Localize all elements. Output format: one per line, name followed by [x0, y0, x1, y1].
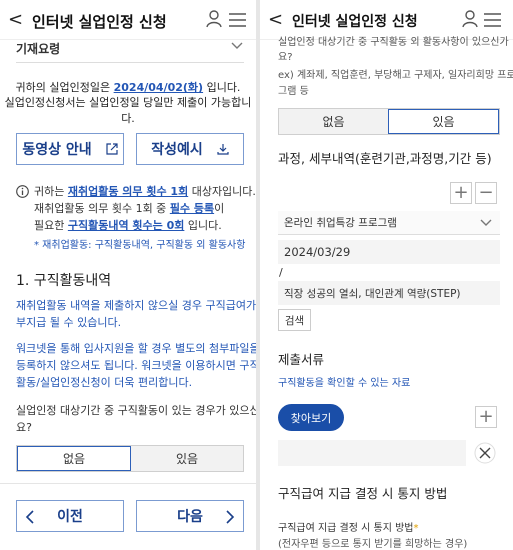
notice-line-2: 실업인정신청서는 실업인정일 당일만 제출이 가능합니다.: [4, 96, 252, 125]
notify-description: (전자우편 등으로 통지 받기를 희망하는 경우): [278, 539, 468, 550]
back-icon[interactable]: <: [8, 9, 23, 30]
docs-section-title: 제출서류: [278, 352, 325, 367]
file-name-field[interactable]: [278, 440, 466, 466]
question-line-1: 실업인정 대상기간 중 구직활동 외 활동사항이 있으신가: [278, 37, 509, 48]
option-no[interactable]: 없음: [17, 446, 131, 471]
notify-section-title: 구직급여 지급 결정 시 통지 방법: [278, 486, 448, 501]
date-separator: /: [279, 266, 283, 279]
app-header: < 인터넷 실업인정 신청: [260, 0, 513, 40]
required-mark: *: [413, 523, 419, 534]
paragraph-2-line-3: 활동/실업인정신청이 더욱 편리합니다.: [16, 376, 193, 389]
plus-icon: +: [478, 406, 494, 427]
paragraph-2-line-1: 워크넷을 통해 입사지원을 할 경우 별도의 첨부파일을: [16, 342, 256, 355]
question-line-2: 요?: [16, 421, 32, 434]
example-line-2: 그램 등: [278, 86, 309, 97]
browse-button[interactable]: 찾아보기: [278, 404, 344, 431]
example-button[interactable]: 작성예시: [136, 133, 244, 165]
chevron-right-icon: [226, 510, 235, 524]
question-line-2: 요?: [278, 52, 293, 63]
docs-description: 구직활동을 확인할 수 있는 자료: [278, 378, 411, 389]
recognition-date: 2024/04/02(화): [113, 81, 204, 94]
info-footnote: * 재취업활동: 구직활동내역, 구직활동 외 활동사항: [34, 240, 246, 251]
activity-select[interactable]: 온라인 취업특강 프로그램: [278, 211, 500, 235]
close-icon[interactable]: [474, 442, 496, 464]
chevron-down-icon: [480, 219, 492, 226]
back-icon[interactable]: <: [268, 9, 283, 30]
option-yes[interactable]: 있음: [131, 446, 243, 471]
external-link-icon: [106, 143, 118, 155]
detail-field[interactable]: 직장 성공의 열쇠, 대인관계 역량(STEP): [278, 281, 500, 305]
paragraph-2-line-2: 등록하지 않으셔도 됩니다. 워크넷을 이용하시면 구직: [16, 359, 256, 372]
search-button[interactable]: 검색: [278, 309, 311, 331]
add-row-button[interactable]: +: [450, 182, 472, 204]
page-title: 인터넷 실업인정 신청: [292, 14, 418, 30]
info-line-2: 재취업활동 의무 횟수 1회 중 필수 등록이: [34, 202, 225, 215]
menu-icon[interactable]: [229, 13, 246, 27]
remove-row-button[interactable]: −: [475, 182, 497, 204]
other-activity-choice: 없음 있음: [278, 108, 500, 135]
next-button[interactable]: 다음: [136, 500, 244, 532]
paragraph-1-line-2: 부지급 될 수 있습니다.: [16, 316, 122, 329]
divider: [16, 62, 244, 63]
date-field[interactable]: 2024/03/29: [278, 240, 500, 264]
left-screen: < 인터넷 실업인정 신청 기재요령 귀하의 실업인정일은 2024/04/02…: [0, 0, 256, 550]
info-icon: [16, 185, 29, 198]
collapsed-section-title[interactable]: 기재요령: [16, 40, 60, 57]
download-icon: [217, 144, 229, 155]
video-guide-button[interactable]: 동영상 안내: [16, 133, 124, 165]
divider: [0, 483, 256, 484]
info-line-3: 필요한 구직활동내역 횟수는 0회 입니다.: [34, 219, 222, 232]
notice-line-1: 귀하의 실업인정일은 2024/04/02(화) 입니다.: [15, 81, 241, 94]
add-file-button[interactable]: +: [475, 406, 497, 428]
chevron-down-icon[interactable]: [231, 42, 243, 50]
user-icon[interactable]: [462, 10, 478, 28]
page-title: 인터넷 실업인정 신청: [32, 13, 167, 31]
right-screen: < 인터넷 실업인정 신청 실업인정 대상기간 중 구직활동 외 활동사항이 있…: [260, 0, 513, 550]
activity-choice: 없음 있음: [16, 445, 244, 472]
prev-button[interactable]: 이전: [16, 500, 124, 532]
notify-label: 구직급여 지급 결정 시 통지 방법*: [278, 523, 419, 534]
user-icon[interactable]: [206, 10, 222, 28]
minus-icon: −: [478, 182, 494, 203]
paragraph-1-line-1: 재취업활동 내역을 제출하지 않으실 경우 구직급여가: [16, 299, 256, 312]
plus-icon: +: [453, 182, 469, 203]
info-line-1: 귀하는 재취업활동 의무 횟수 1회 대상자입니다.: [34, 185, 256, 198]
menu-icon[interactable]: [484, 13, 501, 27]
app-header: < 인터넷 실업인정 신청: [0, 0, 256, 40]
chevron-left-icon: [25, 510, 34, 524]
question-line-1: 실업인정 대상기간 중 구직활동이 있는 경우가 있으신가: [16, 404, 256, 417]
course-section-title: 과정, 세부내역(훈련기관,과정명,기간 등): [278, 151, 492, 166]
example-line-1: ex) 계좌제, 직업훈련, 부당해고 구제자, 일자리희망 프로: [278, 70, 513, 81]
option-yes[interactable]: 있음: [388, 109, 499, 134]
option-no[interactable]: 없음: [279, 109, 388, 134]
section-title: 1. 구직활동내역: [16, 273, 112, 289]
